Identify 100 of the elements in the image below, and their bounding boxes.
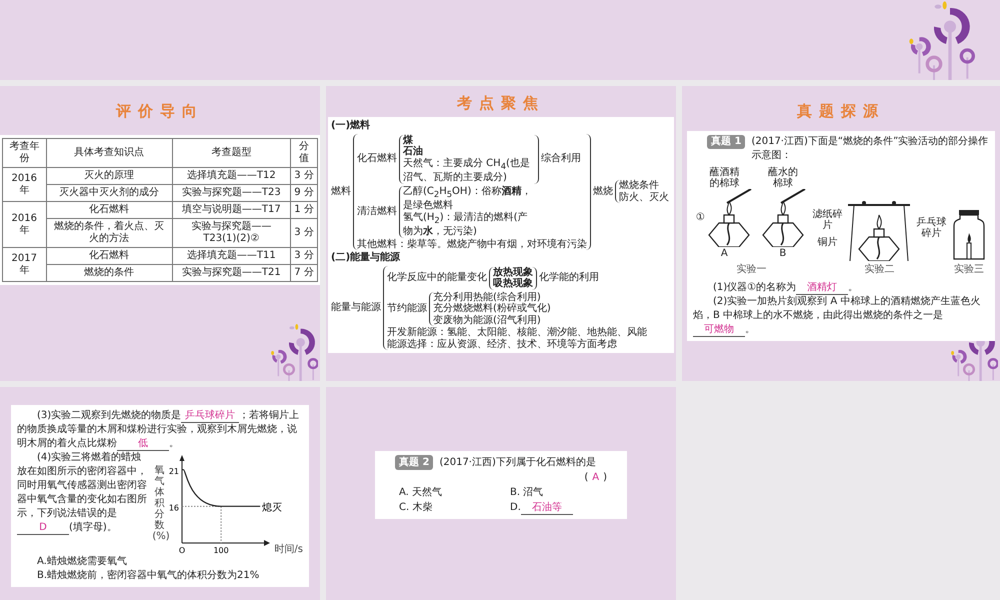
slide-thumbnail[interactable]: 真题 2 (2017·江西)下列属于化石燃料的是 ( A ) A. 天然气 B. 沼气 C. 木柴 D. 石油等 <box>326 387 676 600</box>
table-cell: 7 分 <box>290 264 318 282</box>
answer-option: B.蜡烛燃烧前，密闭容器中氧气的体积分数为21% <box>37 569 303 583</box>
tick-label: O <box>179 546 186 555</box>
answer-bracket: ) <box>603 471 607 485</box>
table-cell: 2016 年 <box>2 168 46 202</box>
figure-label: A <box>720 247 728 261</box>
slide-thumbnail[interactable]: 真题探源 真题 1 (2017·江西)下面是“燃烧的条件”实验活动的部分操作示意图： 蘸酒精的棉球 ① A 蘸水的棉球 B 实验一 滤纸碎片 铜片 乒乓球碎片 实验二 实验三 (1)仪器①的名称为 酒精灯 。 (2)实验一加热片刻观察到 A 中棉球上的酒精燃烧产生蓝色火焰，B 中棉球上的水不燃烧，由此得出燃烧的条件之一是 可燃物 。 <box>682 86 1000 381</box>
figure-caption: 实验一 <box>736 263 766 277</box>
table-cell: 化石燃料 <box>46 248 172 264</box>
figure-label: 蘸酒精的棉球 <box>709 167 740 189</box>
tick-label: 21 <box>169 466 180 476</box>
table-cell: 选择填充题——T11 <box>172 248 291 264</box>
question-text: (4)实验三将燃着的蜡烛放在如图所示的密闭容器中，同时用氧气传感器测出密闭容器中氧气含量的变化如右图所示，下列说法错误的是 D (填字母)。 <box>17 451 148 535</box>
outline-text: 变废物为能源(沼气利用) <box>433 314 541 326</box>
question-text: (2017·江西)下列属于化石燃料的是 <box>439 456 597 470</box>
answer-option: A.蜡烛燃烧需要氧气 <box>37 555 303 569</box>
question-tag: 真题 1 <box>707 135 746 149</box>
chart-annotation: 熄灭 <box>262 502 283 514</box>
table-cell: 2016 年 <box>2 202 46 248</box>
figure-caption: 实验二 <box>864 263 894 277</box>
outline-text: 其他燃料：柴草等。燃烧产物中有烟，对环境有污染 <box>357 238 587 250</box>
outline-text: 清洁燃料 <box>357 206 397 218</box>
jar-candle-icon <box>952 209 986 261</box>
outline-text: 天然气：主要成分 CH$_{4}$(也是沼气、瓦斯的主要成分) <box>403 158 531 184</box>
question-tag: 真题 2 <box>395 455 434 470</box>
answer-blank: 乒乓球碎片 <box>181 410 240 423</box>
answer-option: C. 木柴 <box>399 502 432 513</box>
dashed-guide-lines <box>182 506 222 544</box>
outline-text: 放热现象 <box>493 266 533 278</box>
answer-blank: 低 <box>117 438 169 451</box>
table-cell: 1 分 <box>290 202 318 218</box>
answer-bracket: ( <box>584 471 588 485</box>
table-cell: 填空与说明题——T17 <box>172 202 291 218</box>
table-cell: 燃烧的条件 <box>46 264 172 282</box>
outline-text: 燃烧条件 <box>619 180 659 192</box>
table-cell: 2017 年 <box>2 248 46 282</box>
figure-label: 蘸水的棉球 <box>768 167 798 189</box>
question-text: (2)实验一加热片刻观察到 A 中棉球上的酒精燃烧产生蓝色火焰，B 中棉球上的水不燃烧，由此得出燃烧的条件之一是 可燃物 。 <box>693 295 982 337</box>
outline-text: 防火、灭火 <box>619 192 669 204</box>
outline-text: 化石燃料 <box>357 153 397 165</box>
figure-label: B <box>779 247 786 261</box>
table-cell: 灭火的原理 <box>46 168 172 184</box>
table-cell: 燃烧的条件，着火点、灭火的方法 <box>46 218 172 248</box>
axis-label: 氧气体积分数(%) <box>152 464 166 542</box>
outline-text: 节约能源 <box>387 303 427 314</box>
outline-text: 充分利用热能(综合利用) <box>433 292 541 302</box>
tick-label: 100 <box>214 546 230 555</box>
table-cell: 3 分 <box>290 218 318 248</box>
outline-text: 吸热现象 <box>493 278 533 290</box>
outline-text: 乙醇(C$_{2}$H$_{5}$OH)：俗称酒精，是绿色燃料 <box>403 186 532 212</box>
figure-label: 滤纸碎片 <box>812 208 842 230</box>
outline-text: 化学反应中的能量变化 <box>387 272 487 284</box>
answer-text: A <box>592 471 600 485</box>
slide-thumbnail[interactable]: 评价导向 考查年份 具体考查知识点 考查题型 分值 2016 年 灭火的原理 选择填充题——T12 3 分 灭火器中灭火剂的成分 实验与探究题——T23 9 分 2016 年 化石燃料 填空与说明题——T17 1 分 燃烧的条件，着火点、灭火的方法 实验与探究题——T23(1)(2)② 3 分 2017 年 化石燃料 选择填充题——T11 3 分 燃烧的条件 实验与探究题——T21 7 分 <box>0 86 320 381</box>
outline-text: 煤 <box>403 134 413 146</box>
outline-text: 能量与能源 <box>331 302 381 314</box>
column-header: 分值 <box>290 138 318 168</box>
slide-title: 评价导向 <box>116 102 204 121</box>
question-text: (1)仪器①的名称为 酒精灯 。 <box>712 281 860 295</box>
slide-thumbnail[interactable] <box>0 387 320 600</box>
answer-option: D. <box>510 502 521 513</box>
question-text: (2017·江西)下面是“燃烧的条件”实验活动的部分操作示意图： <box>751 135 989 163</box>
figure-label: 铜片 <box>816 236 838 248</box>
axis-label: 时间/s <box>274 544 303 555</box>
answer-blank: 石油等 <box>520 502 573 515</box>
answer-option: A. 天然气 <box>399 487 442 498</box>
table-cell: 实验与探究题——T23(1)(2)② <box>172 218 291 248</box>
table-cell: 9 分 <box>290 184 318 202</box>
section-heading: (一)燃料 <box>331 120 370 132</box>
section-heading: (二)能量与能源 <box>331 252 400 264</box>
answer-option: B. 沼气 <box>510 487 544 498</box>
question-text: (3)实验二观察到先燃烧的物质是 乒乓球碎片 ；若将铜片上的物质换成等量的木屑和煤粉进行实验，观察到木屑先燃烧，说明木屑的着火点比煤粉 低 。 <box>17 409 300 451</box>
answer-blank: D <box>17 522 69 535</box>
figure-caption: 实验三 <box>954 263 984 277</box>
table-cell: 实验与探究题——T23 <box>172 184 291 202</box>
column-header: 考查题型 <box>172 138 291 168</box>
table-cell: 灭火器中灭火剂的成分 <box>46 184 172 202</box>
table-cell: 化石燃料 <box>46 202 172 218</box>
table-cell: 3 分 <box>290 248 318 264</box>
outline-text: 燃烧 <box>593 186 613 198</box>
outline-text: 开发新能源：氢能、太阳能、核能、潮汐能、地热能、风能 <box>387 327 647 338</box>
tick-label: 16 <box>169 503 180 512</box>
table-cell: 3 分 <box>290 168 318 184</box>
column-header: 具体考查知识点 <box>46 138 172 168</box>
figure-label: ① <box>696 211 705 225</box>
slide-title: 真题探源 <box>797 102 885 121</box>
outline-text: 氢气(H$_{2}$)：最清洁的燃料(产物为水，无污染) <box>403 212 529 238</box>
outline-text: 综合利用 <box>541 153 581 165</box>
column-header: 考查年份 <box>2 138 46 168</box>
table-cell: 选择填充题——T12 <box>172 168 291 184</box>
slide-thumbnail[interactable] <box>326 86 676 381</box>
table-cell: 实验与探究题——T21 <box>172 264 291 282</box>
outline-text: 能源选择：应从资源、经济、技术、环境等方面考虑 <box>387 338 617 350</box>
outline-text: 燃料 <box>331 186 351 198</box>
slide-title: 考点聚焦 <box>457 94 545 113</box>
outline-text: 充分燃烧燃料(粉碎或气化) <box>433 303 551 314</box>
figure-label: 乒乓球碎片 <box>916 217 946 239</box>
answer-blank: 酒精灯 <box>796 282 848 295</box>
outline-text: 石油 <box>403 146 423 158</box>
